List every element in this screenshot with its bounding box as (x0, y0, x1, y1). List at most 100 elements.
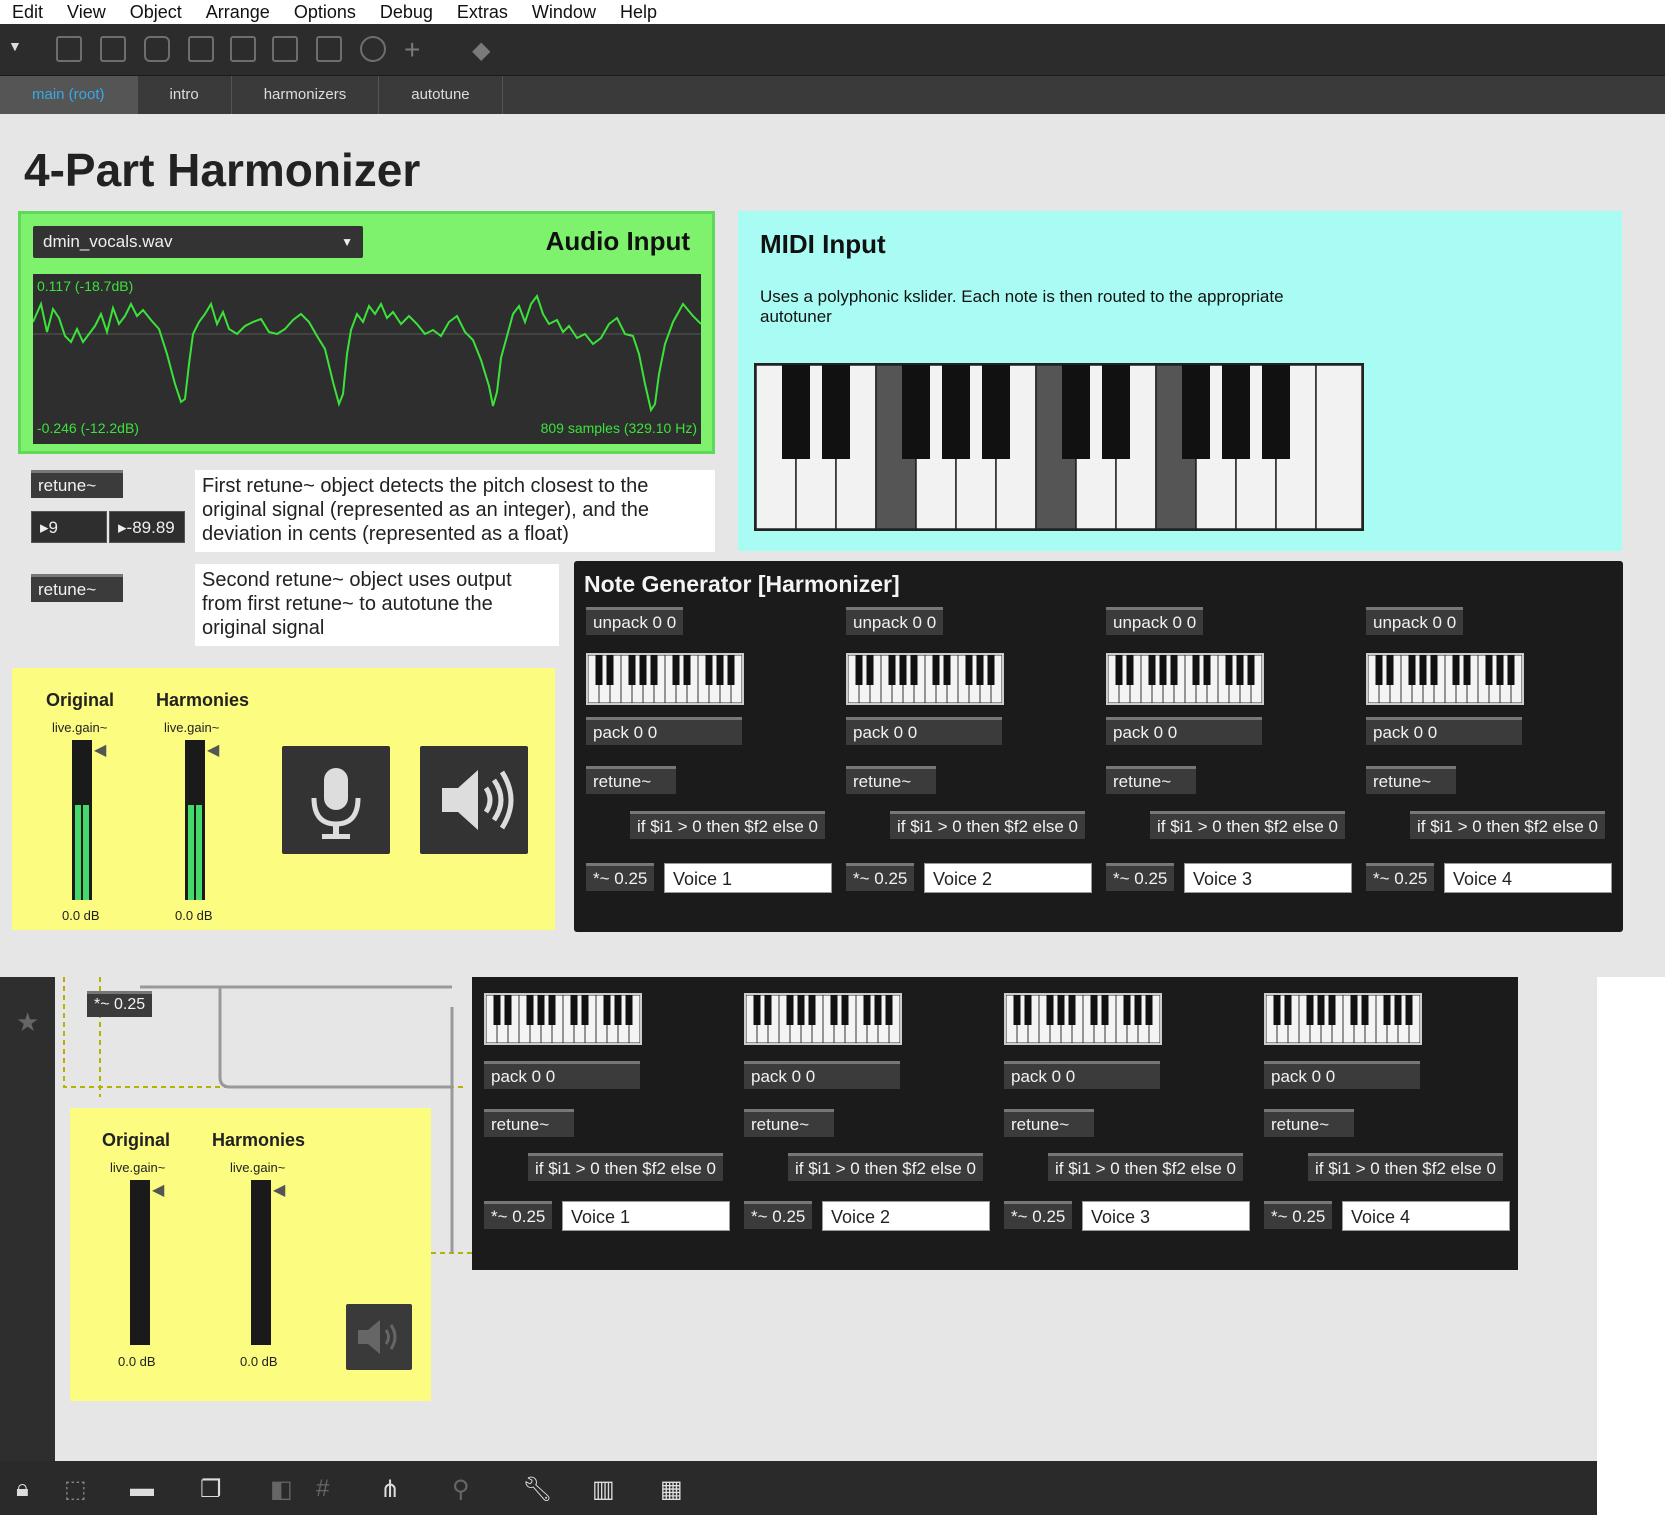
mini-kslider-editor-4[interactable] (1264, 993, 1422, 1045)
note-generator-panel: Note Generator [Harmonizer] unpack 0 0 p… (574, 561, 1623, 932)
lock-icon[interactable]: 🔒︎ (16, 1475, 29, 1503)
original-gain-slider[interactable] (72, 740, 92, 900)
expr-editor-2[interactable]: if $i1 > 0 then $f2 else 0 (788, 1153, 983, 1181)
mini-kslider-editor-3[interactable] (1004, 993, 1162, 1045)
mini-kslider-4[interactable] (1366, 653, 1524, 705)
speaker-button[interactable] (420, 746, 528, 854)
dial-icon[interactable] (360, 36, 386, 62)
pack-object-editor-1[interactable]: pack 0 0 (484, 1061, 640, 1089)
harmonies-gain-slider[interactable] (185, 740, 205, 900)
keyboard-icon[interactable]: ▦ (660, 1475, 683, 1504)
wrench-icon[interactable]: 🔧︎ (522, 1475, 552, 1504)
retune-object-1[interactable]: retune~ (31, 470, 123, 498)
dropdown-arrow-icon[interactable]: ▼ (8, 38, 22, 54)
link-icon[interactable]: ⚲ (452, 1475, 470, 1504)
retune-editor-2[interactable]: retune~ (744, 1109, 834, 1137)
expr-editor-4[interactable]: if $i1 > 0 then $f2 else 0 (1308, 1153, 1503, 1181)
scope-info: 809 samples (329.10 Hz) (540, 420, 697, 436)
mult-editor-1[interactable]: *~ 0.25 (484, 1201, 553, 1229)
unpack-object-3[interactable]: unpack 0 0 (1106, 607, 1204, 635)
mult-object-3[interactable]: *~ 0.25 (1106, 863, 1175, 891)
expr-editor-3[interactable]: if $i1 > 0 then $f2 else 0 (1048, 1153, 1243, 1181)
presentation-icon[interactable]: ▬ (130, 1475, 154, 1503)
harmonies-gain-slider-editor[interactable] (251, 1180, 271, 1345)
tab-intro[interactable]: intro (138, 76, 232, 114)
retune-voice-1[interactable]: retune~ (586, 766, 676, 794)
pack-object-1[interactable]: pack 0 0 (586, 717, 742, 745)
kslider-keyboard[interactable] (754, 363, 1364, 531)
tab-main-root[interactable]: main (root) (0, 76, 138, 114)
window-icon[interactable]: ❐ (200, 1475, 222, 1504)
mini-kslider-editor-2[interactable] (744, 993, 902, 1045)
retune-voice-3[interactable]: retune~ (1106, 766, 1196, 794)
mini-kslider-1[interactable] (586, 653, 744, 705)
new-object-icon[interactable] (56, 36, 82, 62)
message-icon[interactable] (100, 36, 126, 62)
menu-object[interactable]: Object (118, 0, 194, 24)
comment-icon[interactable] (144, 36, 170, 62)
pack-object-4[interactable]: pack 0 0 (1366, 717, 1522, 745)
hide-icon[interactable]: ◧ (270, 1475, 293, 1504)
menu-help[interactable]: Help (608, 0, 669, 24)
retune-object-2[interactable]: retune~ (31, 574, 123, 602)
button-icon[interactable] (188, 36, 214, 62)
menu-view[interactable]: View (55, 0, 118, 24)
mult-object-editor[interactable]: *~ 0.25 (87, 991, 153, 1017)
expr-object-2[interactable]: if $i1 > 0 then $f2 else 0 (890, 811, 1085, 839)
retune-editor-1[interactable]: retune~ (484, 1109, 574, 1137)
menu-debug[interactable]: Debug (368, 0, 445, 24)
unpack-object-1[interactable]: unpack 0 0 (586, 607, 684, 635)
unpack-object-4[interactable]: unpack 0 0 (1366, 607, 1464, 635)
hierarchy-icon[interactable]: ⋔ (380, 1475, 400, 1504)
retune-voice-4[interactable]: retune~ (1366, 766, 1456, 794)
menu-extras[interactable]: Extras (445, 0, 520, 24)
microphone-button[interactable] (282, 746, 390, 854)
mult-object-2[interactable]: *~ 0.25 (846, 863, 915, 891)
speaker-button-editor[interactable] (346, 1304, 412, 1370)
slider-icon[interactable] (316, 36, 342, 62)
expr-object-1[interactable]: if $i1 > 0 then $f2 else 0 (630, 811, 825, 839)
toggle-icon[interactable] (230, 36, 256, 62)
retune-editor-3[interactable]: retune~ (1004, 1109, 1094, 1137)
add-icon[interactable]: + (404, 34, 420, 66)
mini-kslider-2[interactable] (846, 653, 1004, 705)
mult-object-1[interactable]: *~ 0.25 (586, 863, 655, 891)
original-gain-slider-editor[interactable] (130, 1180, 150, 1345)
menu-window[interactable]: Window (520, 0, 608, 24)
pack-object-2[interactable]: pack 0 0 (846, 717, 1002, 745)
gain-panel: Original Harmonies live.gain~ live.gain~… (12, 668, 555, 930)
mini-kslider-editor-1[interactable] (484, 993, 642, 1045)
menu-arrange[interactable]: Arrange (194, 0, 282, 24)
expr-object-3[interactable]: if $i1 > 0 then $f2 else 0 (1150, 811, 1345, 839)
mult-editor-2[interactable]: *~ 0.25 (744, 1201, 813, 1229)
mult-object-4[interactable]: *~ 0.25 (1366, 863, 1435, 891)
unpack-object-2[interactable]: unpack 0 0 (846, 607, 944, 635)
audio-file-dropdown[interactable]: dmin_vocals.wav ▼ (33, 226, 363, 258)
mini-kslider-3[interactable] (1106, 653, 1264, 705)
retune-editor-4[interactable]: retune~ (1264, 1109, 1354, 1137)
note-generator-editor: pack 0 0 retune~ if $i1 > 0 then $f2 els… (472, 977, 1518, 1270)
expr-object-4[interactable]: if $i1 > 0 then $f2 else 0 (1410, 811, 1605, 839)
menu-edit[interactable]: Edit (0, 0, 55, 24)
retune-voice-2[interactable]: retune~ (846, 766, 936, 794)
mult-editor-4[interactable]: *~ 0.25 (1264, 1201, 1333, 1229)
paint-bucket-icon[interactable]: ◆ (472, 36, 490, 65)
grid-icon[interactable]: # (316, 1475, 329, 1503)
expr-editor-1[interactable]: if $i1 > 0 then $f2 else 0 (528, 1153, 723, 1181)
mult-editor-3[interactable]: *~ 0.25 (1004, 1201, 1073, 1229)
menu-options[interactable]: Options (282, 0, 368, 24)
pitch-number-box[interactable]: ▸9 (31, 511, 107, 543)
select-icon[interactable]: ⬚ (64, 1475, 87, 1504)
number-icon[interactable] (272, 36, 298, 62)
pack-object-editor-3[interactable]: pack 0 0 (1004, 1061, 1160, 1089)
tab-harmonizers[interactable]: harmonizers (232, 76, 380, 114)
mini-keyboard-keys (745, 994, 901, 1044)
waveform (33, 293, 701, 413)
piano-icon[interactable]: ▥ (592, 1475, 615, 1504)
pack-object-3[interactable]: pack 0 0 (1106, 717, 1262, 745)
cents-number-box[interactable]: ▸-89.89 (109, 511, 185, 543)
pack-object-editor-2[interactable]: pack 0 0 (744, 1061, 900, 1089)
star-icon[interactable]: ★ (16, 1007, 39, 1038)
pack-object-editor-4[interactable]: pack 0 0 (1264, 1061, 1420, 1089)
tab-autotune[interactable]: autotune (379, 76, 503, 114)
